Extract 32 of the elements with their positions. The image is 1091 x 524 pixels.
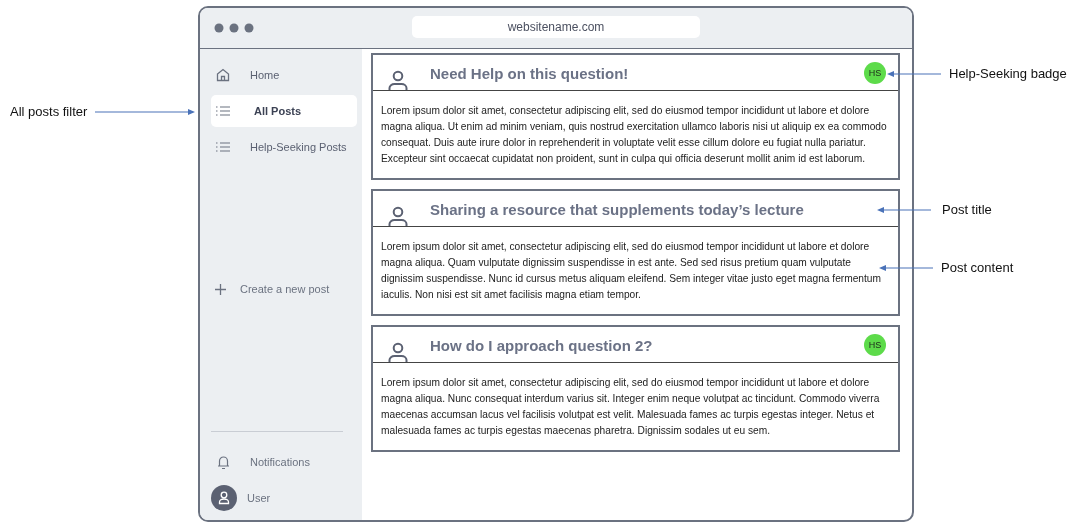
- post-title: How do I approach question 2?: [430, 337, 653, 354]
- post-content: Lorem ipsum dolor sit amet, consectetur adipiscing elit, sed do eiusmod tempor incididunt ut labore et dolore magna aliqua. Quam vulputate dignissim suspendisse in est ante. Sed sed risus pretium quam vulputate dignissim suspendisse. Nunc id cursus metus aliquam eleifend. Sem integer vitae justo eget magna fermentum iaculis. Non nisi est sit amet facilisis magna etiam tempor.: [380, 240, 882, 302]
- help-seeking-badge: HS: [864, 61, 886, 84]
- post-title: Sharing a resource that supplements today’s lecture: [430, 201, 804, 218]
- post-title: Need Help on this question!: [430, 65, 629, 82]
- annotation-label: All posts filter: [10, 104, 88, 119]
- annotation-label: Post content: [941, 260, 1014, 275]
- plus-icon: [215, 283, 226, 295]
- annotation-label: Help-Seeking badge: [949, 66, 1067, 81]
- nav-item[interactable]: Home: [211, 59, 357, 91]
- nav-item[interactable]: Help-Seeking Posts: [211, 131, 357, 163]
- avatar-icon: [211, 485, 237, 511]
- post-content: Lorem ipsum dolor sit amet, consectetur adipiscing elit, sed do eiusmod tempor incididunt ut labore et dolore magna aliqua. Ut enim ad minim veniam, quis nostrud exercitation ullamco laboris nisi ut aliquip ex ea commodo consequat. Duis aute irure dolor in reprehenderit in voluptate velit esse cillum dolore eu fugiat nulla pariatur. Excepteur sint occaecat cupidatat non proident, sunt in culpa qui officia deserunt mollit anim id est laborum.: [380, 104, 888, 166]
- bell-icon: [217, 454, 230, 470]
- pointer-arrow: [877, 205, 931, 214]
- notifications-item[interactable]: Notifications: [211, 450, 357, 474]
- nav-item[interactable]: All Posts: [211, 95, 357, 127]
- list-icon: [216, 105, 230, 117]
- list-icon: [216, 141, 230, 153]
- annotation-label: Post title: [942, 202, 992, 217]
- window-dots-icon: [214, 23, 254, 33]
- create-post-button[interactable]: Create a new post: [211, 283, 357, 295]
- pointer-arrow: [879, 263, 933, 272]
- post-content: Lorem ipsum dolor sit amet, consectetur adipiscing elit, sed do eiusmod tempor incididunt ut labore et dolore magna aliqua. Nunc consequat interdum varius sit. Integer enim neque volutpat ac tincidunt. Commodo viverra maecenas accumsan lacus vel facilisis volutpat est velit. Malesuada fames ac turpis egestas integer. Netus et malesuada fames ac turpis egestas maecenas pharetra. Dignissim sodales ut eu sem.: [380, 376, 881, 438]
- person-icon: [388, 342, 408, 362]
- user-item[interactable]: User: [211, 484, 357, 512]
- help-seeking-badge: HS: [864, 333, 886, 356]
- pointer-arrow: [887, 69, 941, 78]
- person-icon: [388, 70, 408, 90]
- person-icon: [388, 206, 408, 226]
- home-icon: [216, 68, 230, 82]
- address-bar[interactable]: websitename.com: [412, 16, 700, 38]
